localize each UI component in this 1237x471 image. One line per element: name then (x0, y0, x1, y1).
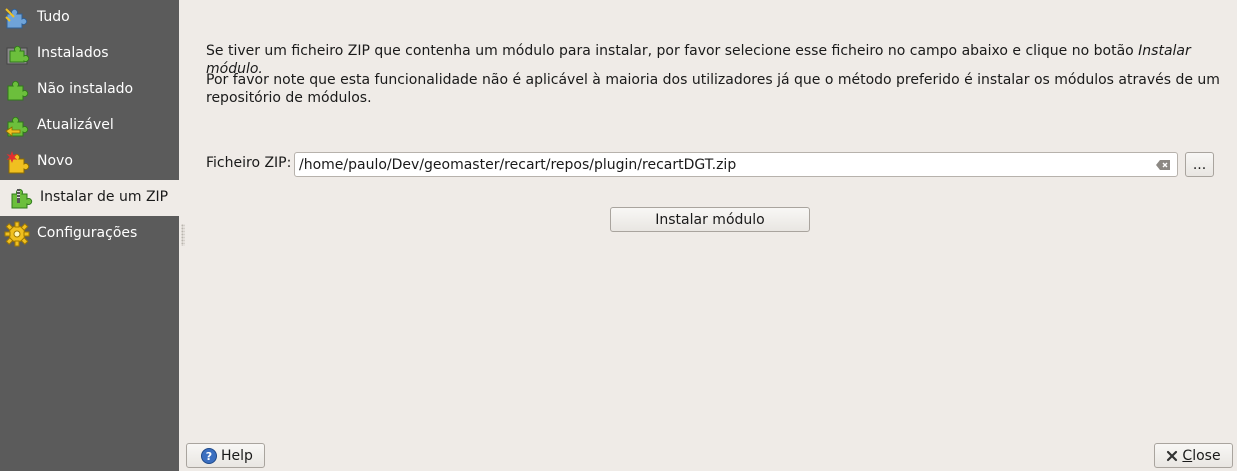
help-label: Help (221, 447, 253, 464)
sidebar-item-label: Instalados (37, 45, 109, 61)
install-module-button[interactable]: Instalar módulo (610, 207, 810, 232)
sidebar: Tudo Instalados Não instalado Atualizáve… (0, 0, 179, 471)
svg-text:?: ? (206, 450, 212, 463)
sidebar-item-label: Novo (37, 153, 73, 169)
puzzle-green-installed-icon (6, 45, 30, 65)
sidebar-item-instalados[interactable]: Instalados (0, 36, 179, 72)
sidebar-item-configuracoes[interactable]: Configurações (0, 216, 179, 252)
sidebar-item-instalar-zip[interactable]: Instalar de um ZIP (0, 180, 179, 216)
browse-button[interactable]: ... (1185, 152, 1214, 177)
help-button[interactable]: ? Help (186, 443, 265, 468)
gear-icon (4, 221, 30, 247)
browse-button-label: ... (1192, 156, 1207, 173)
puzzle-upgrade-icon (5, 116, 29, 137)
puzzle-zip-icon (11, 188, 33, 209)
splitter-handle[interactable] (181, 224, 185, 246)
zip-file-input[interactable] (299, 155, 1139, 174)
zip-file-field[interactable] (294, 152, 1178, 177)
sidebar-item-label: Instalar de um ZIP (40, 189, 169, 205)
sidebar-item-novo[interactable]: Novo (0, 144, 179, 180)
sidebar-item-atualizavel[interactable]: Atualizável (0, 108, 179, 144)
note-text: Por favor note que esta funcionalidade n… (206, 72, 1220, 106)
sidebar-item-label: Atualizável (37, 117, 114, 133)
sidebar-item-nao-instalado[interactable]: Não instalado (0, 72, 179, 108)
sidebar-item-label: Configurações (37, 225, 138, 241)
close-button[interactable]: Close (1154, 443, 1233, 468)
sidebar-item-label: Tudo (37, 9, 70, 25)
sidebar-item-tudo[interactable]: Tudo (0, 0, 179, 36)
install-module-label: Instalar módulo (655, 211, 765, 228)
zip-file-label: Ficheiro ZIP: (206, 155, 292, 171)
close-label: Close (1182, 447, 1221, 464)
puzzle-new-icon (6, 151, 30, 174)
clear-text-icon[interactable] (1156, 159, 1171, 171)
puzzle-blue-icon (5, 8, 28, 29)
puzzle-green-icon (7, 80, 29, 101)
sidebar-item-label: Não instalado (37, 81, 134, 97)
close-icon (1167, 450, 1178, 461)
help-icon: ? (201, 447, 217, 464)
